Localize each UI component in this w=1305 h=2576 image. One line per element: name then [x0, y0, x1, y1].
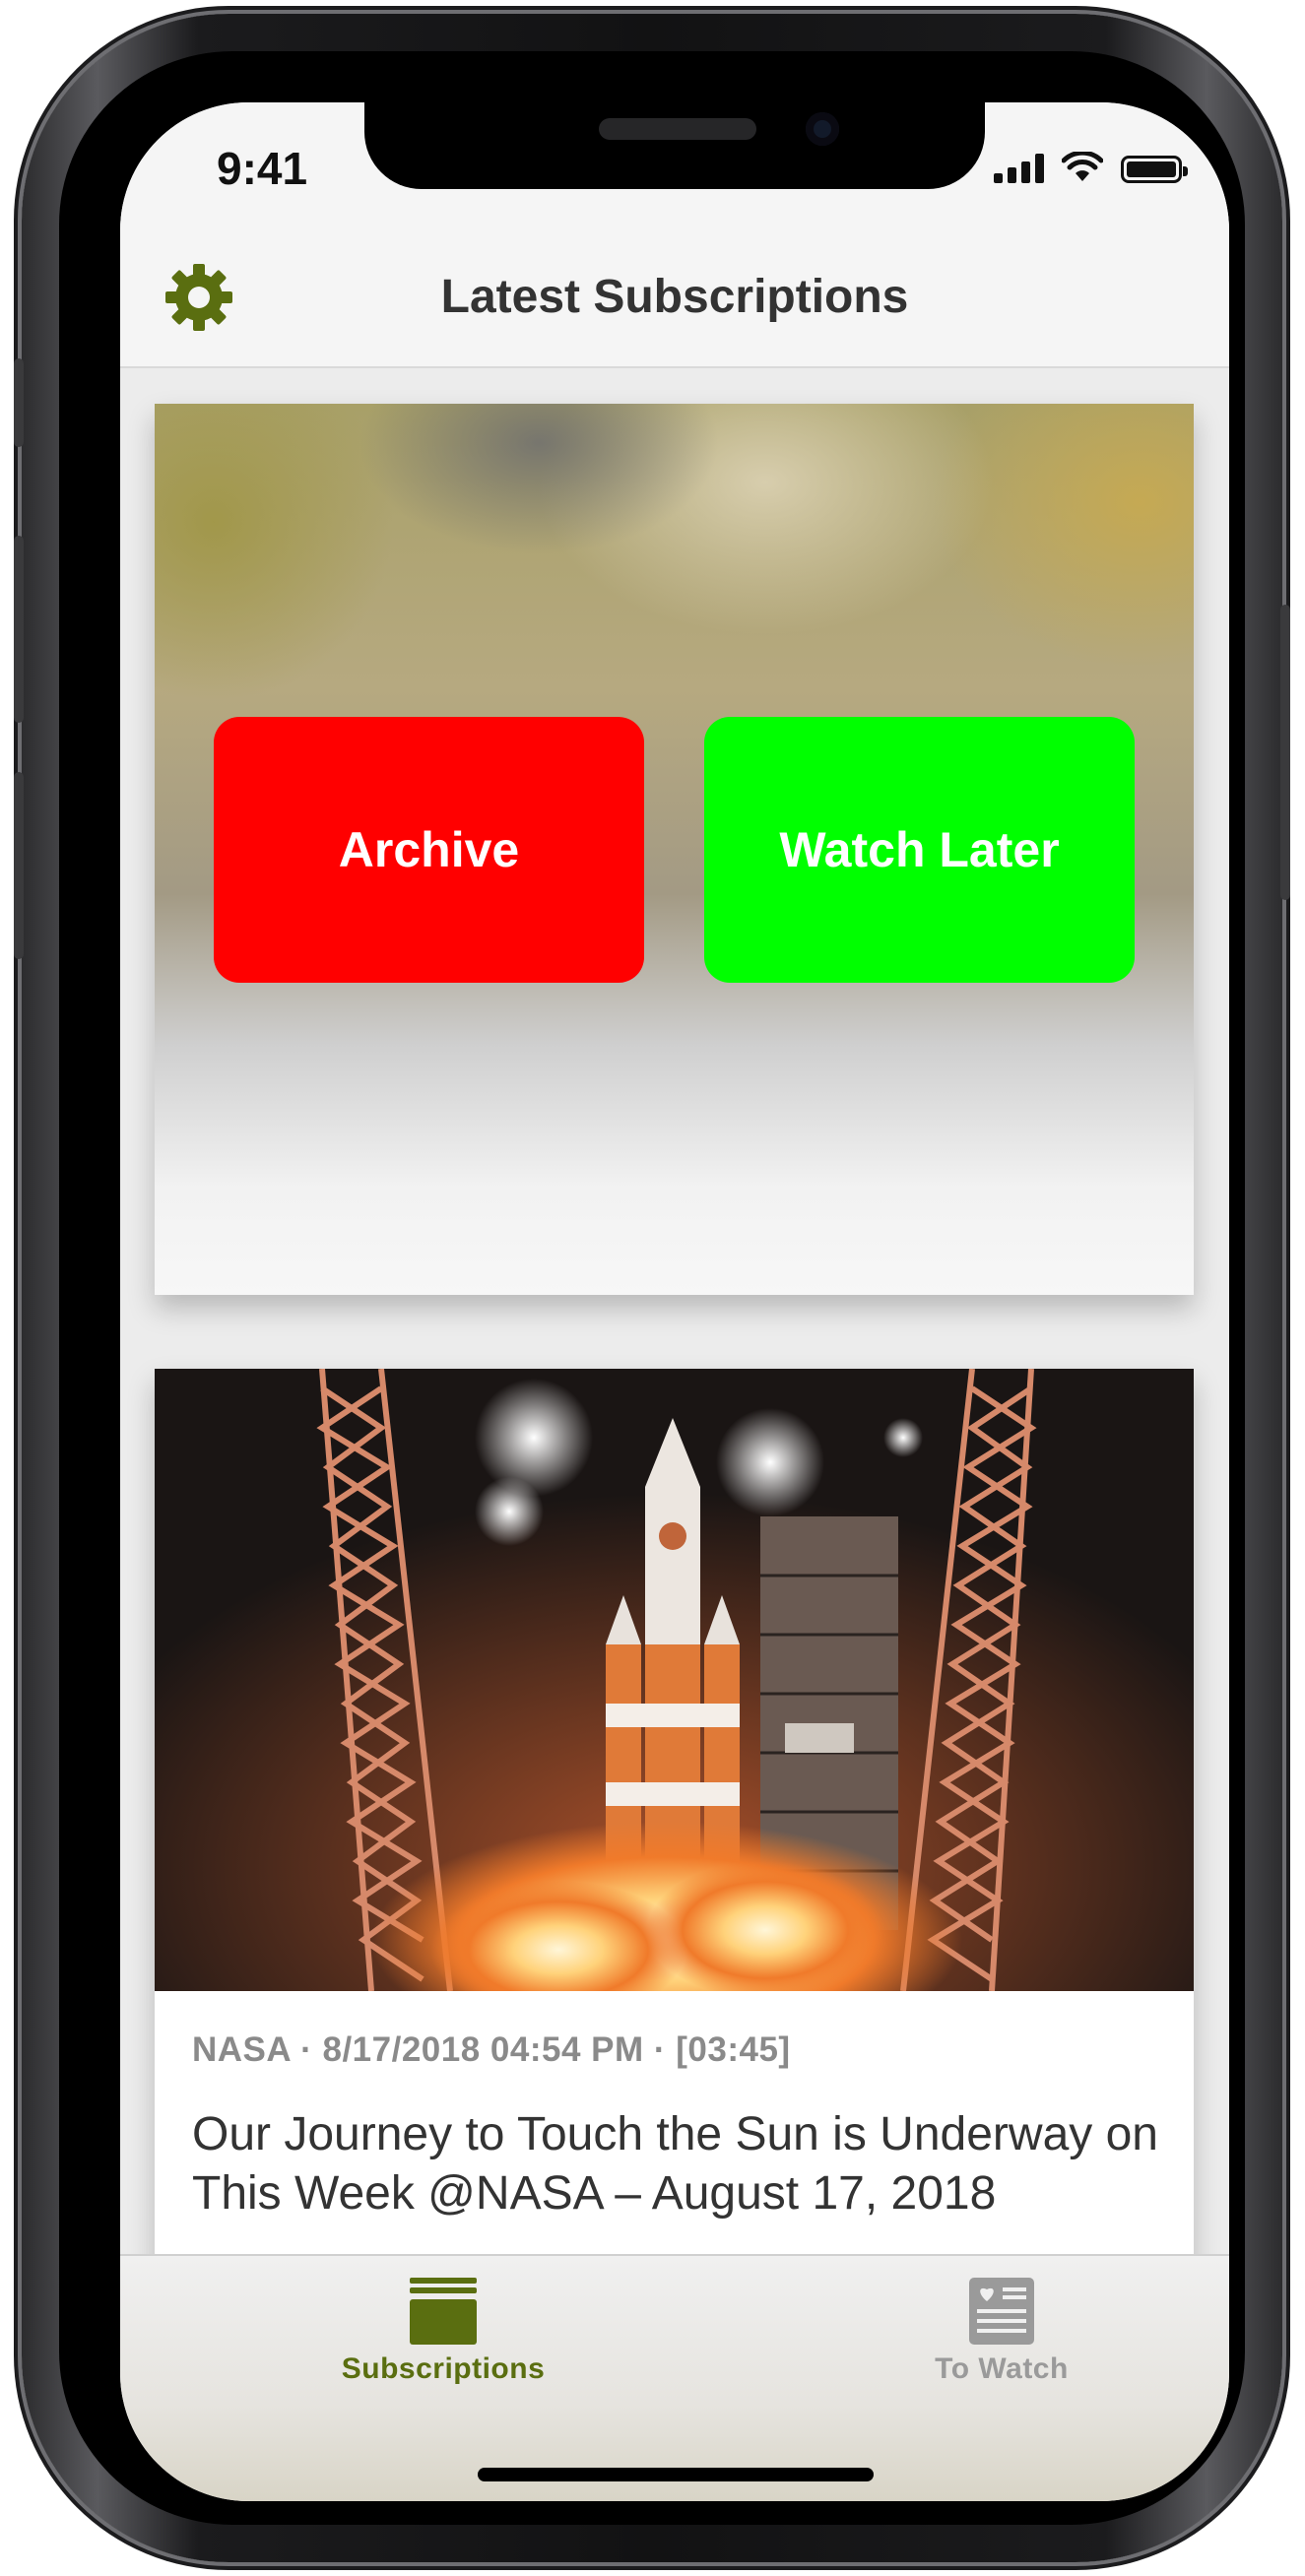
- video-meta: NASA · 8/17/2018 04:54 PM · [03:45]: [192, 2030, 791, 2069]
- page-title: Latest Subscriptions: [440, 271, 909, 323]
- front-camera: [806, 112, 839, 146]
- tab-label: To Watch: [935, 2352, 1069, 2385]
- tab-to-watch[interactable]: To Watch: [854, 2274, 1149, 2412]
- power-button: [1280, 605, 1290, 900]
- wifi-icon: [1062, 152, 1103, 181]
- tab-subscriptions[interactable]: Subscriptions: [295, 2274, 591, 2412]
- tab-label: Subscriptions: [341, 2352, 546, 2385]
- navigation-bar: Latest Subscriptions: [120, 230, 1229, 368]
- home-indicator[interactable]: [478, 2468, 874, 2481]
- notch: [364, 102, 985, 189]
- volume-down-button: [14, 772, 24, 959]
- video-card-swipe-actions: Archive Watch Later: [155, 404, 1194, 1295]
- status-icons: [994, 152, 1188, 183]
- speaker-grille: [599, 118, 756, 140]
- screen: 9:41 Latest Subscriptions Archive Watch …: [120, 102, 1229, 2501]
- device-frame: 9:41 Latest Subscriptions Archive Watch …: [14, 14, 1290, 2562]
- volume-up-button: [14, 536, 24, 723]
- cellular-signal-icon: [994, 154, 1044, 183]
- subscription-feed: Archive Watch Later NASA · 8/17/2018 04:…: [120, 368, 1229, 2254]
- video-card[interactable]: NASA · 8/17/2018 04:54 PM · [03:45] Our …: [155, 1369, 1194, 2254]
- rocket-launch-image: [155, 1369, 1194, 1991]
- watch-later-button[interactable]: Watch Later: [704, 717, 1135, 983]
- battery-icon: [1121, 156, 1188, 183]
- list-icon: [969, 2278, 1034, 2345]
- tab-bar: Subscriptions To Watch: [120, 2254, 1229, 2501]
- stack-icon: [410, 2278, 477, 2345]
- archive-button[interactable]: Archive: [214, 717, 644, 983]
- video-title[interactable]: Our Journey to Touch the Sun is Underway…: [192, 2105, 1167, 2223]
- status-time: 9:41: [217, 143, 308, 194]
- mute-switch: [14, 358, 24, 447]
- video-thumbnail[interactable]: [155, 1369, 1194, 1991]
- status-bar: 9:41: [120, 102, 1229, 230]
